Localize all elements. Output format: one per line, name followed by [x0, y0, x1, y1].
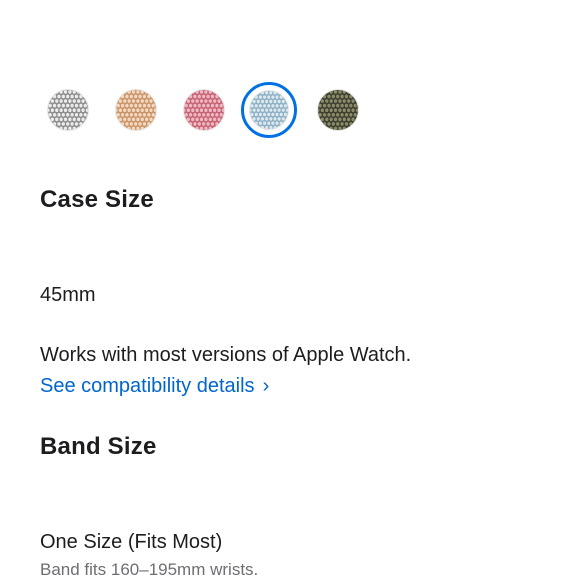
- swatch-blue[interactable]: [241, 82, 297, 138]
- color-swatch-group: [40, 82, 370, 138]
- swatch-blue-chip: [249, 90, 289, 130]
- swatch-olive-chip: [317, 89, 359, 131]
- swatch-pink-chip: [183, 89, 225, 131]
- swatch-silver-chip: [47, 89, 89, 131]
- swatch-pink[interactable]: [176, 82, 232, 138]
- band-size-value: One Size (Fits Most): [40, 531, 223, 553]
- compatibility-text: Works with most versions of Apple Watch.: [40, 344, 412, 366]
- swatch-gold[interactable]: [108, 82, 164, 138]
- band-size-title: Band Size: [40, 433, 157, 460]
- chevron-right-icon: ›: [262, 375, 270, 397]
- compatibility-details-link[interactable]: See compatibility details ›: [40, 375, 269, 398]
- band-fit-text: Band fits 160–195mm wrists.: [40, 560, 259, 579]
- case-size-title: Case Size: [40, 186, 154, 213]
- swatch-olive[interactable]: [310, 82, 366, 138]
- case-size-value: 45mm: [40, 284, 96, 306]
- swatch-silver[interactable]: [40, 82, 96, 138]
- swatch-gold-chip: [115, 89, 157, 131]
- compatibility-details-label: See compatibility details: [40, 375, 255, 397]
